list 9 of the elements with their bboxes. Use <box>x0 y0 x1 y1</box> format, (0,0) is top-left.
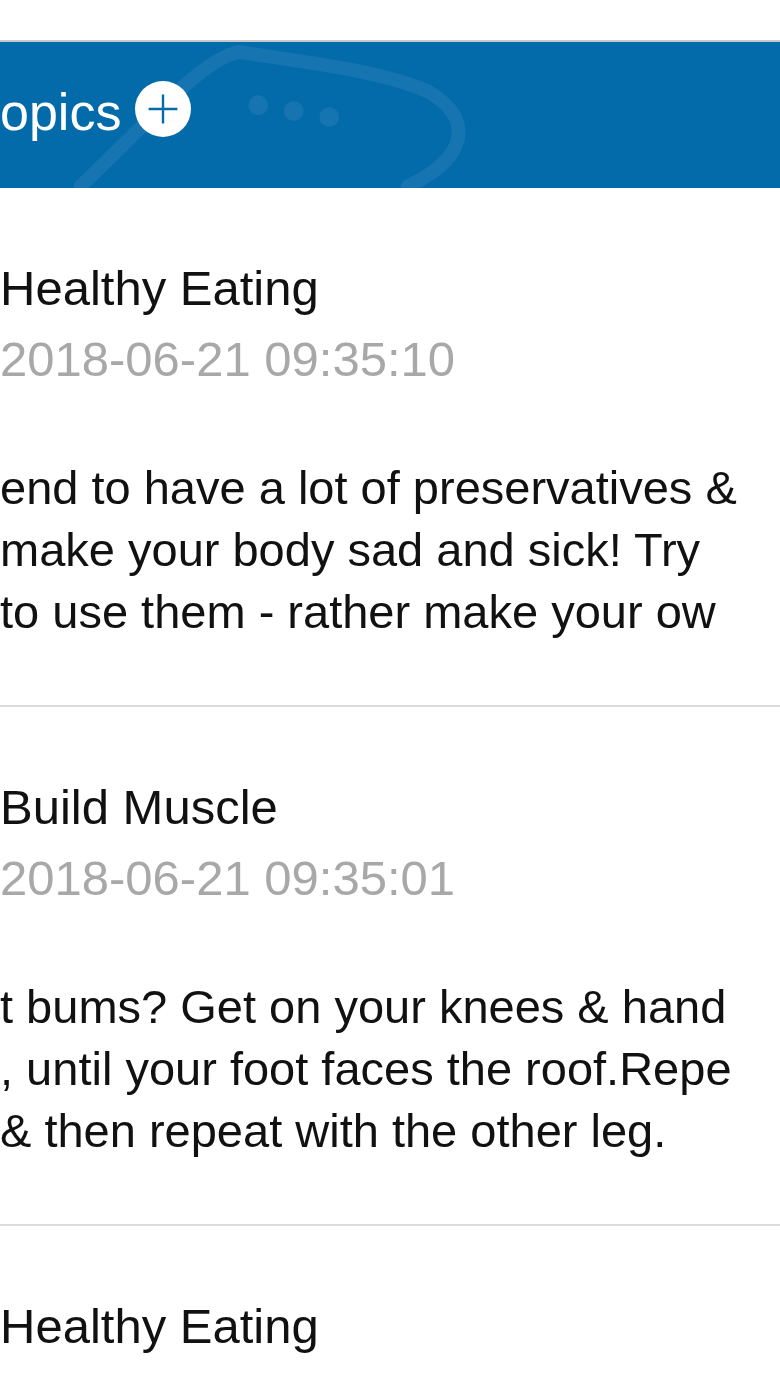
post-category: Healthy Eating <box>0 260 319 317</box>
post-timestamp: 2018-06-21 09:35:10 <box>0 331 455 388</box>
header-title: opics <box>0 82 122 143</box>
add-button[interactable] <box>135 81 192 137</box>
post-body-text: t bums? Get on your knees & hand , until your foot faces the roof.Repe & then repeat with the other leg. <box>0 979 732 1159</box>
post-category: Build Muscle <box>0 779 278 836</box>
post-body-text: end to have a lot of preservatives & make your body sad and sick! Try to use them - rather make your ow <box>0 460 737 640</box>
post-category: Healthy Eating <box>0 1298 319 1355</box>
post-timestamp: 2018-06-21 09:35:01 <box>0 850 455 907</box>
